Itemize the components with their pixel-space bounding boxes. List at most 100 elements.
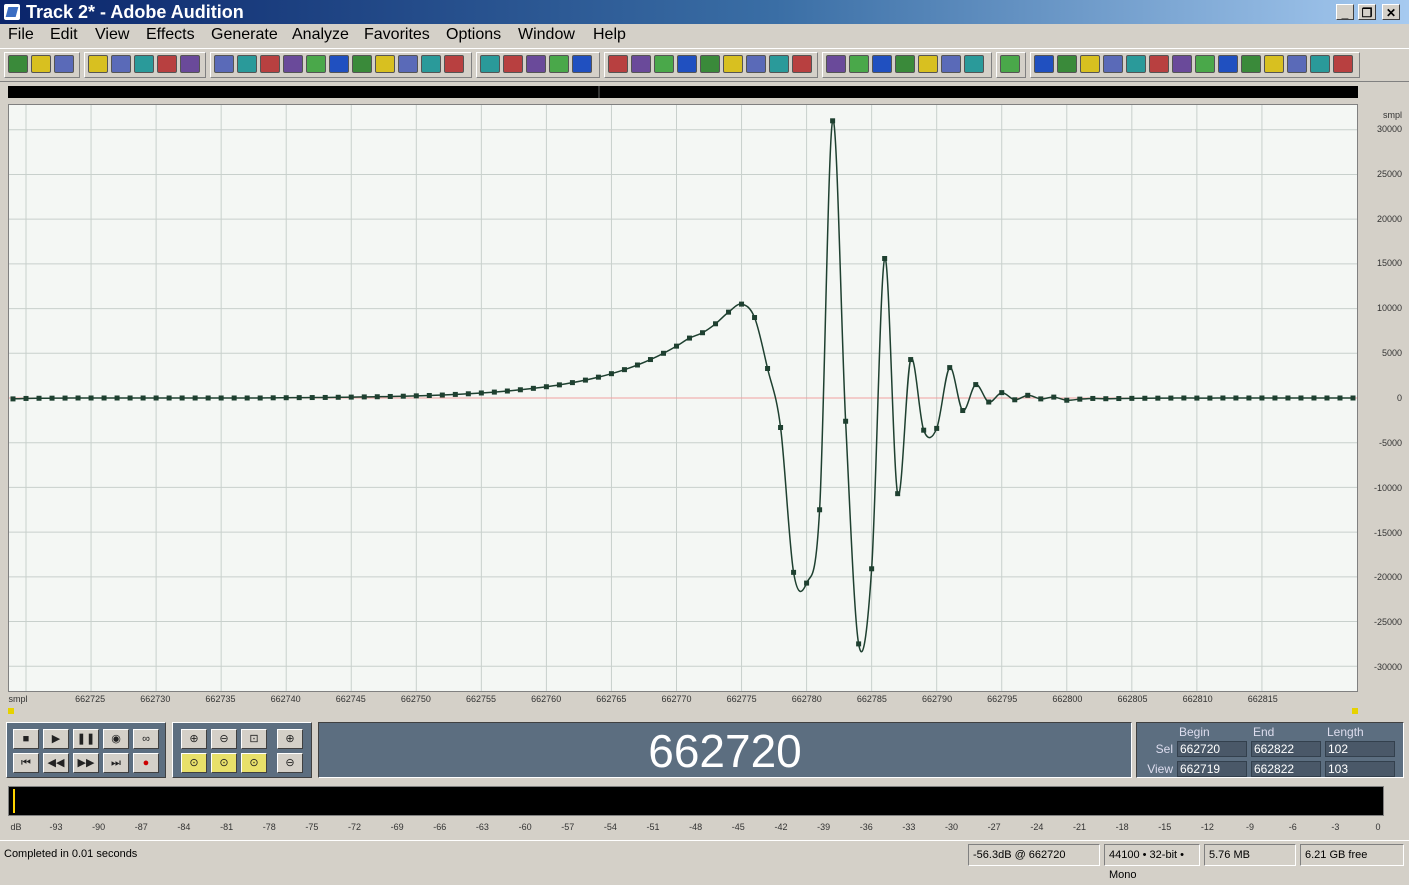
envelope-icon[interactable] [444, 55, 464, 73]
new-file-icon[interactable] [964, 55, 984, 73]
sample-point[interactable] [452, 391, 458, 397]
sample-point[interactable] [1220, 395, 1226, 401]
play-button[interactable]: ▶ [43, 729, 69, 749]
sample-point[interactable] [1324, 395, 1330, 401]
levels-icon[interactable] [608, 55, 628, 73]
sample-point[interactable] [817, 507, 823, 513]
sample-point[interactable] [257, 395, 263, 401]
sample-point[interactable] [843, 418, 849, 424]
menu-options[interactable]: Options [446, 26, 501, 44]
zoom-out-vertical-button[interactable]: ⊖ [277, 753, 303, 773]
zoom-full-button[interactable]: ⊡ [241, 729, 267, 749]
sample-point[interactable] [205, 395, 211, 401]
sample-point[interactable] [101, 395, 107, 401]
multitrack-view-icon[interactable] [895, 55, 915, 73]
sel-end-field[interactable]: 662822 [1251, 741, 1321, 757]
settings-icon[interactable] [654, 55, 674, 73]
sample-point[interactable] [140, 395, 146, 401]
sample-point[interactable] [517, 387, 523, 393]
sample-point[interactable] [335, 394, 341, 400]
sample-point[interactable] [1285, 395, 1291, 401]
sample-point[interactable] [49, 395, 55, 401]
sample-point[interactable] [309, 395, 315, 401]
sample-point[interactable] [765, 365, 771, 371]
sample-point[interactable] [127, 395, 133, 401]
equalizer-icon[interactable] [723, 55, 743, 73]
sample-point[interactable] [75, 395, 81, 401]
sample-point[interactable] [700, 330, 706, 336]
sample-point[interactable] [413, 393, 419, 399]
menu-file[interactable]: File [8, 26, 34, 44]
edit-view-icon[interactable] [31, 55, 51, 73]
cd-view-icon[interactable] [54, 55, 74, 73]
sample-point[interactable] [1064, 397, 1070, 403]
sample-point[interactable] [270, 395, 276, 401]
sample-point[interactable] [543, 384, 549, 390]
menu-help[interactable]: Help [593, 26, 626, 44]
view-end-marker[interactable] [1352, 708, 1358, 714]
overview-bar[interactable] [8, 86, 1358, 98]
zoom-in-horizontal-button[interactable]: ⊕ [181, 729, 207, 749]
sample-point[interactable] [1116, 396, 1122, 402]
sample-point[interactable] [1090, 395, 1096, 401]
repeat-icon[interactable] [1149, 55, 1169, 73]
sample-point[interactable] [1012, 397, 1018, 403]
sample-point[interactable] [1051, 394, 1057, 400]
sample-point[interactable] [1103, 396, 1109, 402]
edit-view-icon[interactable] [918, 55, 938, 73]
sample-point[interactable] [153, 395, 159, 401]
redo-icon[interactable] [237, 55, 257, 73]
time-display[interactable]: 662720 [318, 722, 1132, 778]
sample-point[interactable] [179, 395, 185, 401]
zoom-left-button[interactable]: ⊙ [211, 753, 237, 773]
sample-point[interactable] [882, 256, 888, 262]
save-selection-icon[interactable] [1080, 55, 1100, 73]
sample-point[interactable] [1272, 395, 1278, 401]
sample-point[interactable] [752, 315, 758, 321]
sel-length-field[interactable]: 102 [1325, 741, 1395, 757]
sample-point[interactable] [660, 350, 666, 356]
sample-point[interactable] [1129, 395, 1135, 401]
x-axis[interactable]: smpl 662725 662730 662735 662740 662745 66275… [8, 692, 1358, 706]
effect-icon[interactable] [677, 55, 697, 73]
sample-point[interactable] [608, 371, 614, 377]
sample-point[interactable] [1025, 392, 1031, 398]
open-file-icon[interactable] [111, 55, 131, 73]
sample-point[interactable] [621, 367, 627, 373]
sample-point[interactable] [36, 395, 42, 401]
zoom-out-horizontal-button[interactable]: ⊖ [211, 729, 237, 749]
view-start-marker[interactable] [8, 708, 14, 714]
save-selection-icon[interactable] [180, 55, 200, 73]
sample-point[interactable] [1077, 396, 1083, 402]
sample-point[interactable] [634, 362, 640, 368]
sample-point[interactable] [491, 389, 497, 395]
go-to-end-button[interactable]: ⏭ [103, 753, 129, 773]
sample-point[interactable] [1142, 395, 1148, 401]
filter-icon[interactable] [746, 55, 766, 73]
mix-paste-icon[interactable] [398, 55, 418, 73]
zoom-selection-button[interactable]: ⊙ [181, 753, 207, 773]
frequency-icon[interactable] [631, 55, 651, 73]
sample-point[interactable] [739, 301, 745, 307]
sample-point[interactable] [556, 382, 562, 388]
sample-point[interactable] [1038, 396, 1044, 402]
sample-point[interactable] [530, 385, 536, 391]
new-file-icon[interactable] [88, 55, 108, 73]
sample-point[interactable] [1246, 395, 1252, 401]
pause-button[interactable]: ❚❚ [73, 729, 99, 749]
stop-button[interactable]: ■ [13, 729, 39, 749]
sample-point[interactable] [387, 393, 393, 399]
noise-reduction-icon[interactable] [700, 55, 720, 73]
sample-point[interactable] [1298, 395, 1304, 401]
fast-forward-button[interactable]: ▶▶ [73, 753, 99, 773]
paste-icon[interactable] [352, 55, 372, 73]
sample-point[interactable] [296, 395, 302, 401]
sample-point[interactable] [1194, 395, 1200, 401]
zoom-icon[interactable] [549, 55, 569, 73]
analysis-icon[interactable] [849, 55, 869, 73]
sample-point[interactable] [947, 365, 953, 371]
undo-icon[interactable] [1103, 55, 1123, 73]
sample-point[interactable] [1350, 395, 1356, 401]
sample-point[interactable] [582, 377, 588, 383]
save-icon[interactable] [134, 55, 154, 73]
